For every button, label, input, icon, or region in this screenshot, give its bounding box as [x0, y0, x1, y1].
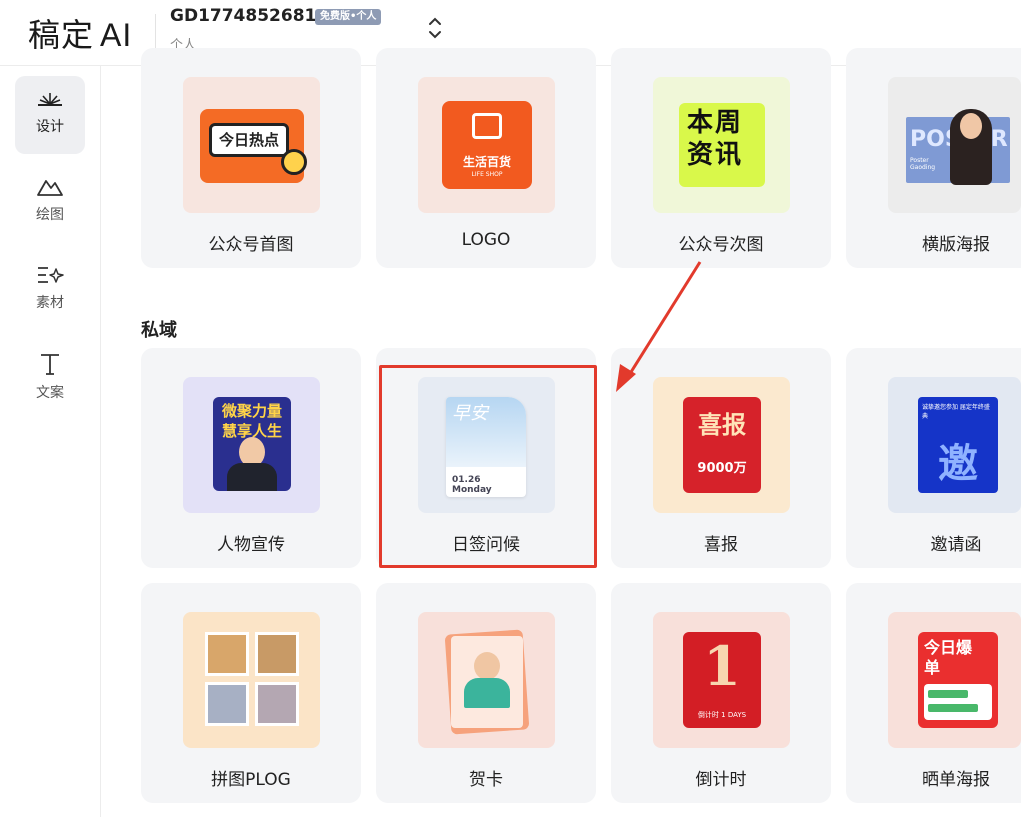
thumb-subtext: 倒计时 1 DAYS	[697, 711, 747, 719]
template-thumbnail: POSTER Poster Gaoding	[888, 77, 1021, 213]
brand-logo[interactable]: 稿定 AI	[28, 10, 132, 56]
material-icon	[38, 267, 64, 283]
template-caption: 晒单海报	[922, 770, 990, 790]
team-name[interactable]: GD1774852681	[170, 6, 316, 26]
template-caption: 喜报	[704, 535, 738, 555]
sidebar-item-label: 绘图	[36, 207, 64, 223]
thumb-text: 邀	[938, 441, 978, 487]
template-caption: 贺卡	[469, 770, 503, 790]
left-sidebar: 设计 绘图 素材 文案	[0, 66, 101, 817]
thumb-text: 微聚力量 慧享人生	[221, 402, 282, 440]
template-card-person-promo[interactable]: 微聚力量 慧享人生 人物宣传	[141, 348, 361, 568]
sidebar-item-draw[interactable]: 绘图	[15, 164, 85, 242]
template-card-invitation[interactable]: 诚挚邀您参加 届定年终盛典 邀 邀请函	[846, 348, 1021, 568]
template-caption: 邀请函	[930, 535, 982, 555]
template-caption: 横版海报	[922, 235, 990, 255]
template-thumbnail: 1 倒计时 1 DAYS	[653, 612, 790, 748]
template-card-photo-plog[interactable]: 拼图PLOG	[141, 583, 361, 803]
template-thumbnail	[418, 612, 555, 748]
thumb-subtext: Poster Gaoding	[910, 157, 936, 171]
thumb-subtext: 诚挚邀您参加 届定年终盛典	[922, 404, 990, 420]
template-card-countdown[interactable]: 1 倒计时 1 DAYS 倒计时	[611, 583, 831, 803]
template-thumbnail: 今日爆单	[888, 612, 1021, 748]
logo-text: 稿定	[28, 16, 95, 54]
template-thumbnail: 今日热点	[183, 77, 320, 213]
draw-icon	[37, 180, 63, 196]
template-caption: 公众号首图	[208, 235, 294, 255]
template-caption: 公众号次图	[678, 235, 764, 255]
sidebar-item-label: 设计	[36, 119, 64, 135]
section-title-private: 私域	[141, 320, 177, 341]
template-caption: 人物宣传	[217, 535, 285, 555]
template-card-wechat-cover[interactable]: 今日热点 公众号首图	[141, 48, 361, 268]
thumb-text: 本周资讯	[687, 108, 744, 170]
sidebar-item-material[interactable]: 素材	[15, 252, 85, 330]
plan-badge: 免费版•个人	[315, 9, 382, 25]
sidebar-item-text[interactable]: 文案	[15, 340, 85, 418]
template-caption: 拼图PLOG	[211, 770, 291, 790]
template-card-horizontal-poster[interactable]: POSTER Poster Gaoding 横版海报	[846, 48, 1021, 268]
logo-ai-text: AI	[100, 17, 133, 53]
header-divider	[155, 14, 156, 48]
template-card-logo[interactable]: 生活百货 LIFE SHOP LOGO	[376, 48, 596, 268]
sidebar-item-label: 文案	[36, 385, 64, 401]
template-thumbnail	[183, 612, 320, 748]
highlight-box	[379, 365, 597, 568]
template-card-good-news[interactable]: 喜报 9000万 喜报	[611, 348, 831, 568]
template-card-order-poster[interactable]: 今日爆单 晒单海报	[846, 583, 1021, 803]
template-thumbnail: 喜报 9000万	[653, 377, 790, 513]
template-card-wechat-secondary[interactable]: 本周资讯 公众号次图	[611, 48, 831, 268]
thumb-text: 今日热点	[209, 123, 289, 157]
template-card-greeting-card[interactable]: 贺卡	[376, 583, 596, 803]
template-thumbnail: 微聚力量 慧享人生	[183, 377, 320, 513]
sidebar-item-design[interactable]: 设计	[15, 76, 85, 154]
design-icon	[38, 93, 62, 106]
switch-team-icon[interactable]	[426, 14, 444, 42]
template-thumbnail: 诚挚邀您参加 届定年终盛典 邀	[888, 377, 1021, 513]
template-thumbnail: 本周资讯	[653, 77, 790, 213]
template-caption: 倒计时	[695, 770, 747, 790]
thumb-text: 生活百货	[462, 155, 511, 169]
thumb-subtext: 9000万	[697, 461, 747, 476]
thumb-text: 今日爆单	[924, 638, 973, 677]
thumb-subtext: LIFE SHOP	[471, 171, 503, 178]
thumb-text: 1	[703, 634, 741, 698]
template-caption: LOGO	[461, 230, 511, 250]
template-thumbnail: 生活百货 LIFE SHOP	[418, 77, 555, 213]
sidebar-item-label: 素材	[36, 295, 64, 311]
text-icon	[41, 354, 59, 375]
thumb-text: 喜报	[698, 411, 746, 439]
